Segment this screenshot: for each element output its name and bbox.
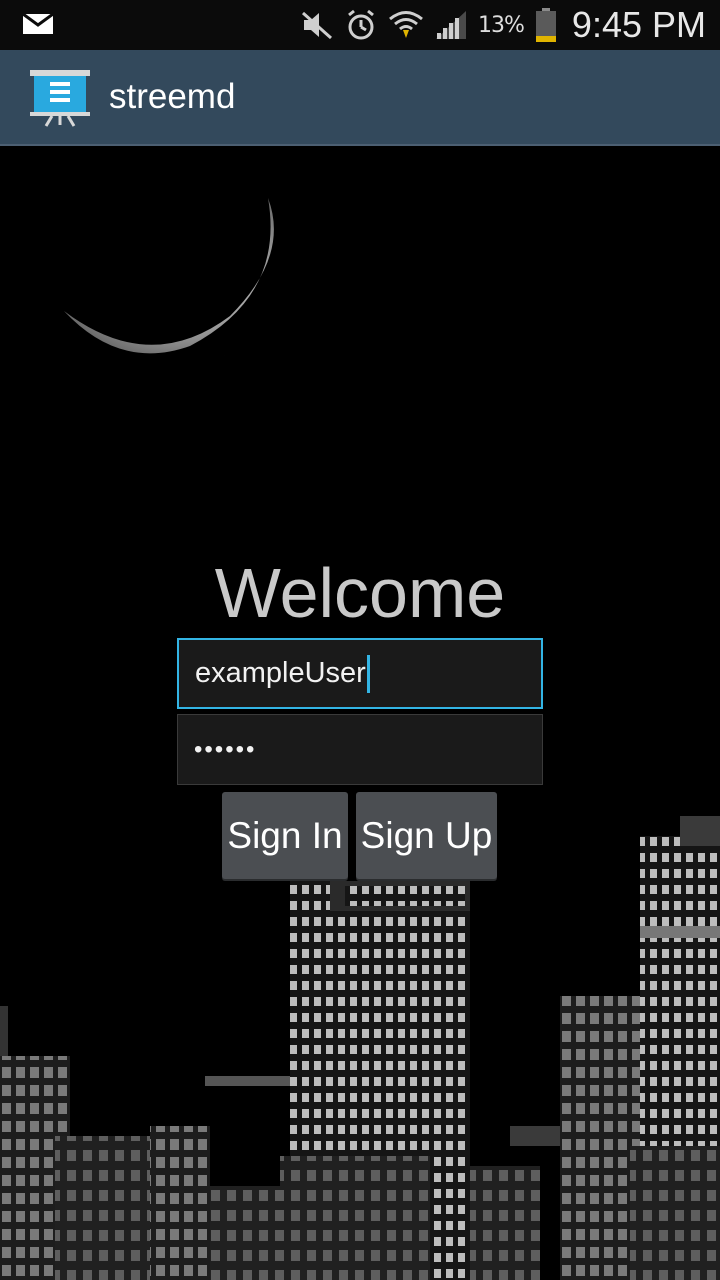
text-cursor (366, 654, 370, 693)
city-skyline (0, 816, 720, 1280)
action-bar: streemd (0, 50, 720, 146)
clock: 9:45 PM (571, 4, 706, 45)
sign-up-button[interactable]: Sign Up (356, 792, 497, 879)
password-value: •••••• (194, 735, 257, 763)
username-input[interactable]: exampleUser (177, 638, 543, 709)
moon (64, 198, 282, 371)
battery-percent: 13% (478, 12, 525, 38)
password-input[interactable]: •••••• (177, 714, 543, 785)
battery-icon (534, 7, 558, 43)
wifi-icon (388, 8, 424, 42)
alarm-icon (344, 8, 378, 42)
presentation-board-icon (30, 68, 90, 128)
signal-icon (434, 10, 468, 40)
mute-icon (300, 10, 334, 40)
sign-in-button[interactable]: Sign In (222, 792, 348, 879)
background-image (0, 146, 720, 1280)
app-title: streemd (109, 77, 236, 116)
status-bar: 13% 9:45 PM (0, 0, 720, 50)
mail-icon (22, 13, 54, 35)
username-value: exampleUser (195, 657, 366, 689)
welcome-heading: Welcome (214, 554, 506, 632)
